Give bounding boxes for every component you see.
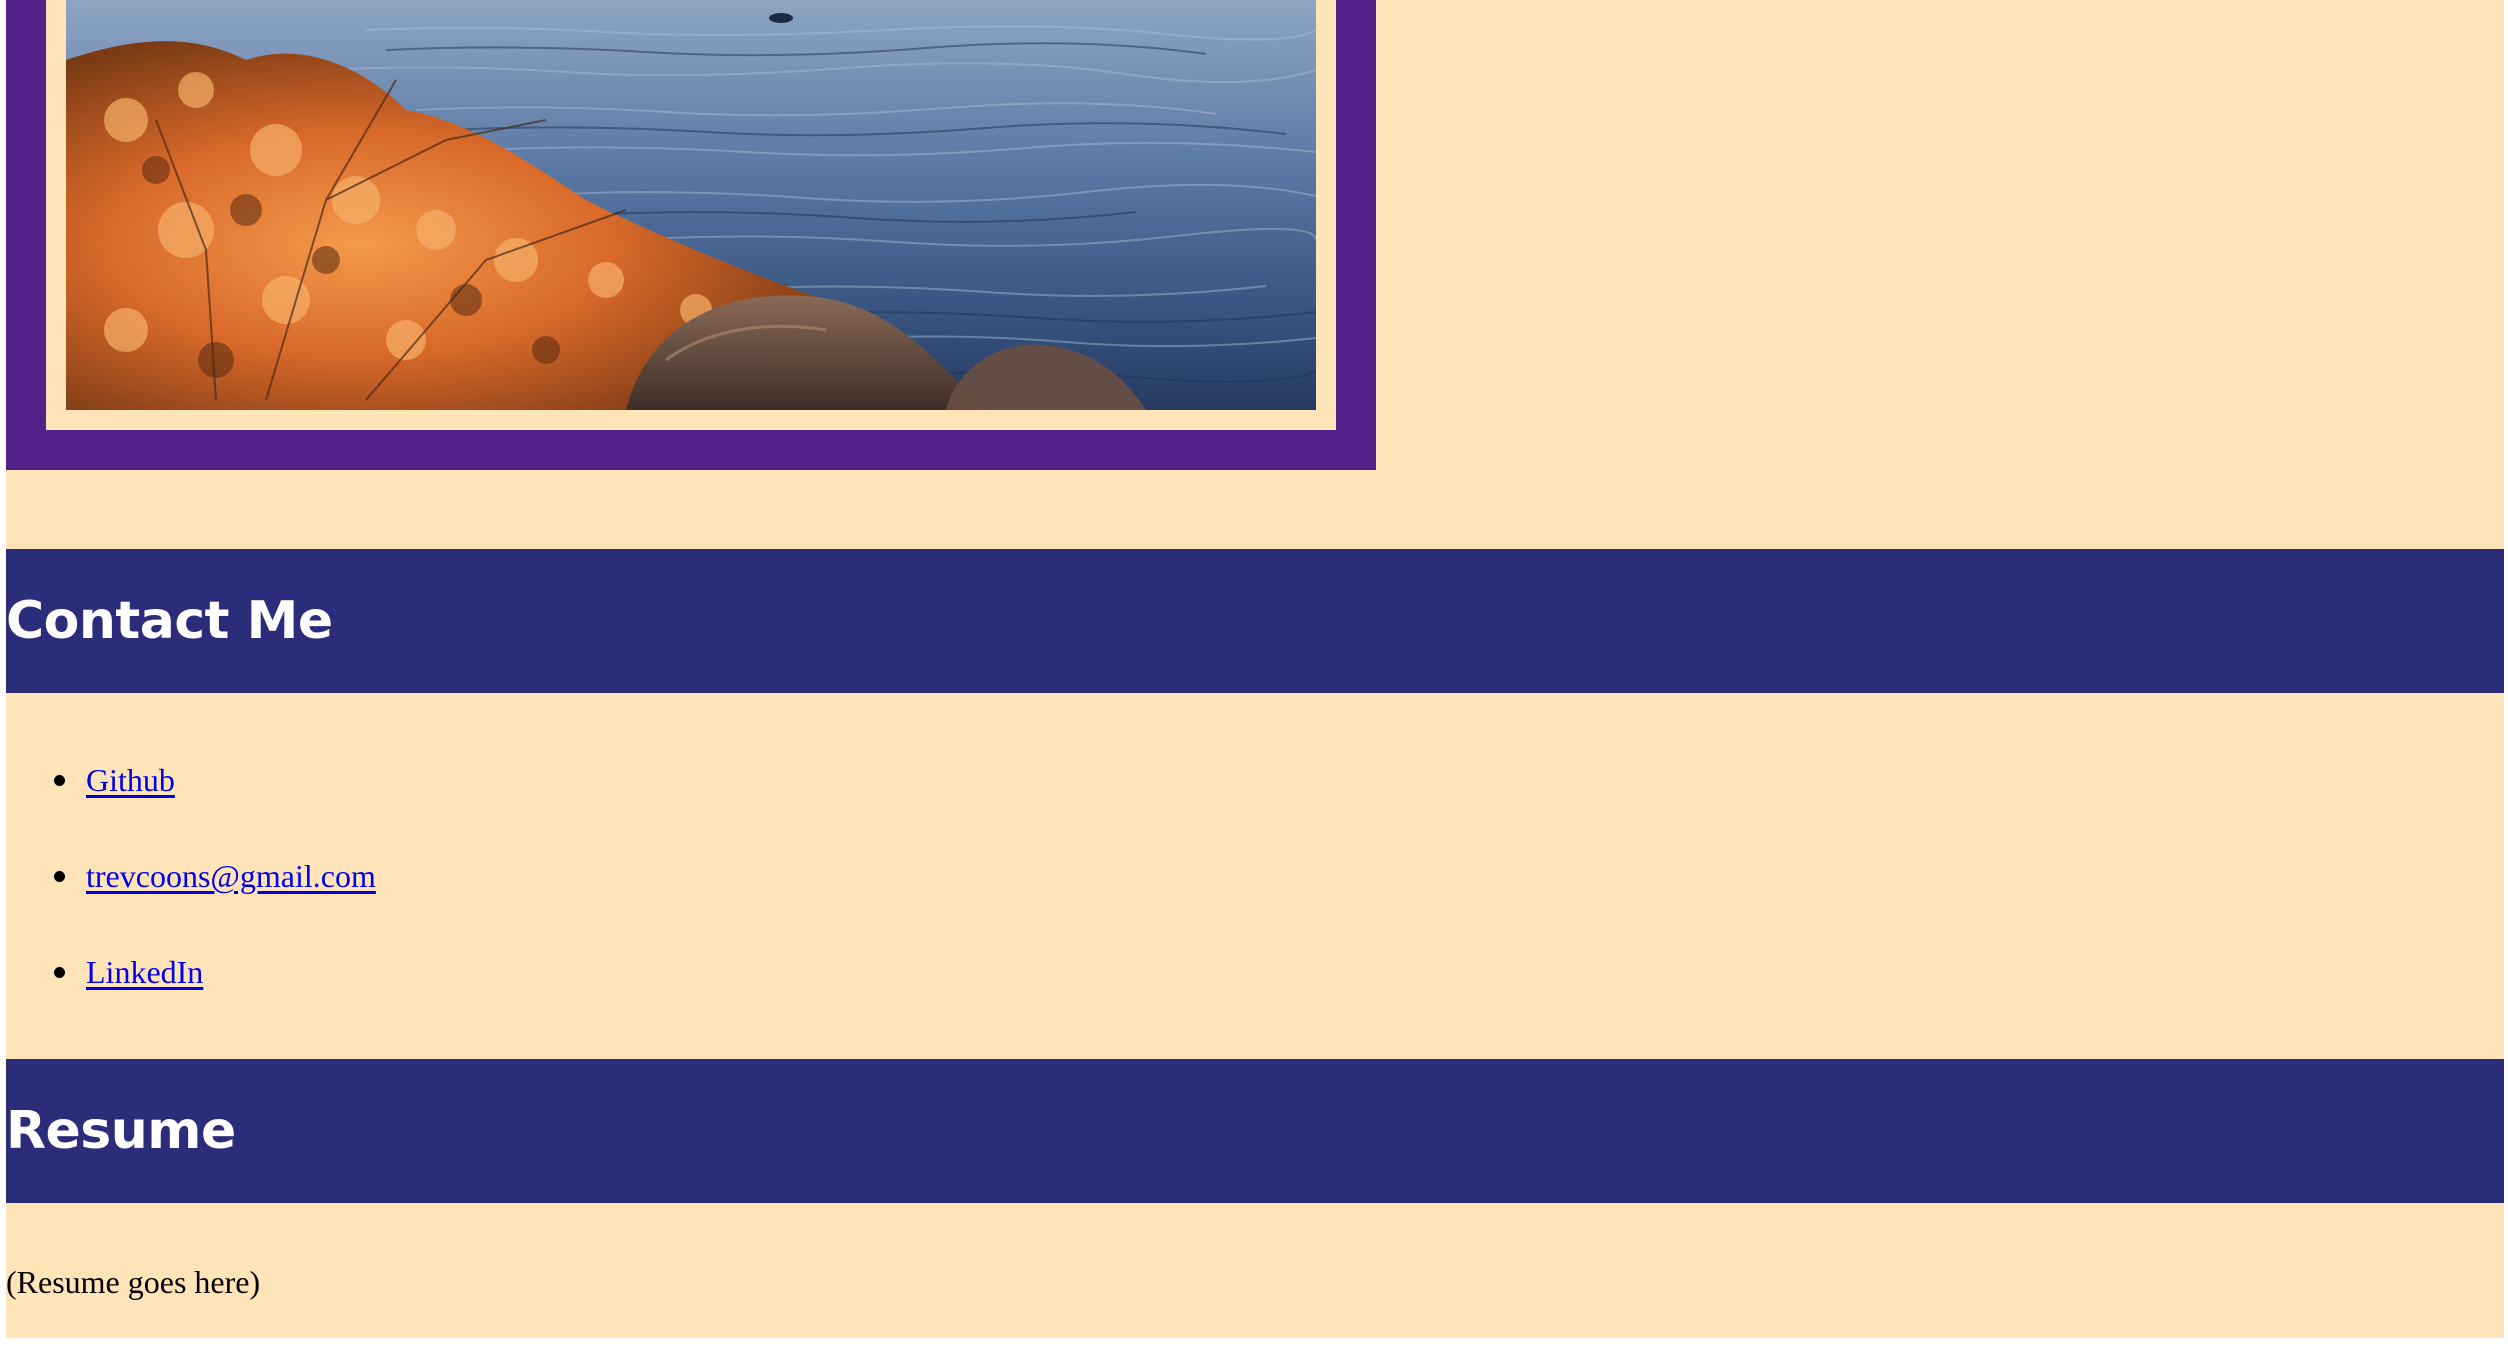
list-item: trevcoons@gmail.com bbox=[6, 848, 376, 944]
resume-section-header: Resume bbox=[6, 1059, 2504, 1203]
photo-mat bbox=[46, 0, 1336, 430]
list-item: Github bbox=[6, 752, 376, 848]
contact-heading: Contact Me bbox=[6, 591, 333, 651]
list-item: LinkedIn bbox=[6, 944, 376, 1040]
page: Contact Me Github trevcoons@gmail.com Li… bbox=[6, 0, 2504, 1338]
bullet-icon bbox=[54, 871, 65, 882]
email-link[interactable]: trevcoons@gmail.com bbox=[86, 858, 376, 894]
contact-links-list: Github trevcoons@gmail.com LinkedIn bbox=[6, 752, 376, 1040]
contact-section-header: Contact Me bbox=[6, 549, 2504, 693]
bullet-icon bbox=[54, 775, 65, 786]
resume-placeholder-text: (Resume goes here) bbox=[6, 1264, 261, 1300]
bullet-icon bbox=[54, 967, 65, 978]
lake-photo bbox=[66, 0, 1316, 410]
resume-heading: Resume bbox=[6, 1101, 236, 1161]
github-link[interactable]: Github bbox=[86, 762, 175, 798]
photo-frame bbox=[6, 0, 1376, 470]
linkedin-link[interactable]: LinkedIn bbox=[86, 954, 203, 990]
